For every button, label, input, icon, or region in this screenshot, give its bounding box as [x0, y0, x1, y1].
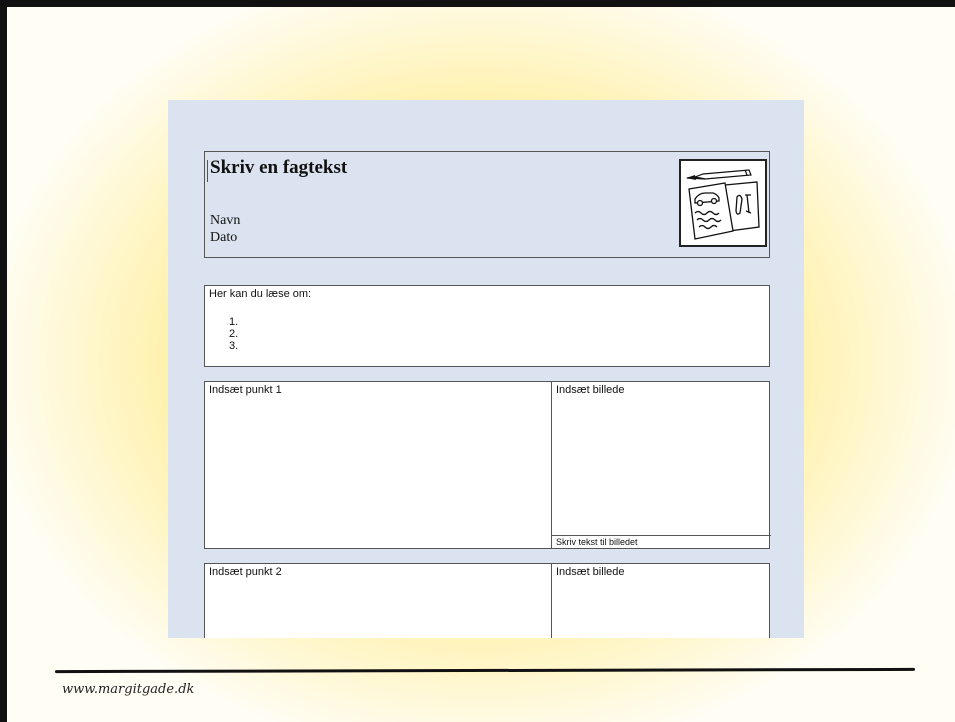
list-item[interactable]: 3. [229, 340, 238, 352]
section-1-image-placeholder[interactable]: Indsæt billede [556, 384, 625, 396]
document-page: Skriv en fagtekst Navn Dato Her kan du l… [168, 100, 804, 638]
name-label[interactable]: Navn [210, 213, 240, 229]
intro-heading[interactable]: Her kan du læse om: [209, 288, 311, 300]
pencil-papers-icon [679, 159, 767, 247]
footer-url: www.margitgade.dk [62, 682, 195, 697]
document-title[interactable]: Skriv en fagtekst [210, 157, 347, 179]
footer-divider [54, 667, 916, 674]
section-1-label[interactable]: Indsæt punkt 1 [209, 384, 282, 396]
slide-frame-left [0, 0, 7, 722]
text-cursor [207, 160, 208, 182]
section-1[interactable]: Indsæt punkt 1 Indsæt billede Skriv teks… [204, 381, 771, 549]
caption-box[interactable]: Skriv tekst til billedet [551, 535, 771, 549]
section-divider [551, 382, 552, 548]
section-1-caption[interactable]: Skriv tekst til billedet [556, 537, 638, 547]
list-item[interactable]: 1. [229, 316, 238, 328]
slide-background: Skriv en fagtekst Navn Dato Her kan du l… [0, 0, 955, 722]
section-divider [551, 564, 552, 638]
section-2[interactable]: Indsæt punkt 2 Indsæt billede [204, 563, 770, 638]
intro-list[interactable]: 1. 2. 3. [229, 316, 238, 352]
section-2-label[interactable]: Indsæt punkt 2 [209, 566, 282, 578]
header-section[interactable]: Skriv en fagtekst Navn Dato [204, 151, 770, 258]
list-item[interactable]: 2. [229, 328, 238, 340]
intro-section[interactable]: Her kan du læse om: 1. 2. 3. [204, 285, 770, 367]
section-2-image-placeholder[interactable]: Indsæt billede [556, 566, 625, 578]
date-label[interactable]: Dato [210, 230, 237, 246]
slide-frame-top [0, 0, 955, 7]
